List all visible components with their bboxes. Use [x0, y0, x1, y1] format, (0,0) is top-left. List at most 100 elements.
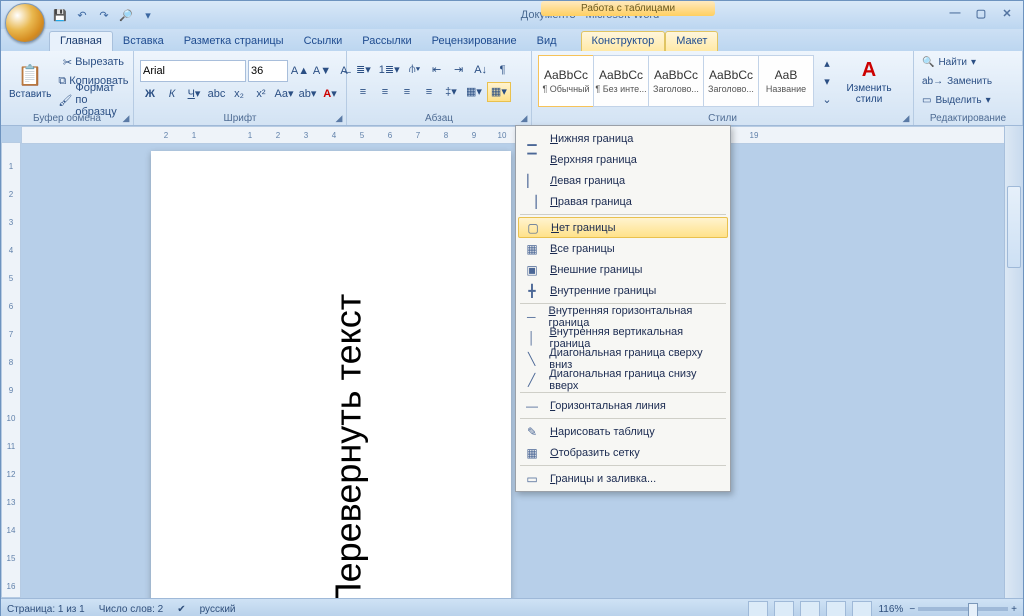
borders-menu-item[interactable]: ╱Диагональная граница снизу вверх — [518, 369, 728, 390]
replace-button[interactable]: ab→ Заменить — [920, 72, 1016, 90]
borders-menu-item[interactable]: ╋Внутренние границы — [518, 280, 728, 301]
tab-insert[interactable]: Вставка — [113, 32, 174, 51]
format-painter-button[interactable]: 🖌 Формат по образцу — [55, 91, 131, 109]
vertical-scrollbar[interactable] — [1004, 126, 1023, 598]
gallery-up-button[interactable]: ▴ — [817, 54, 837, 72]
zoom-level[interactable]: 116% — [878, 604, 903, 615]
borders-menu-item[interactable]: ▣Внешние границы — [518, 259, 728, 280]
horizontal-ruler[interactable]: 2112345678910111213141516171819 — [21, 126, 1005, 144]
subscript-button[interactable]: x₂ — [229, 85, 249, 103]
tab-review[interactable]: Рецензирование — [422, 32, 527, 51]
italic-button[interactable]: К — [162, 85, 182, 103]
justify-button[interactable]: ≡ — [419, 83, 439, 101]
borders-menu-item[interactable]: ╲Диагональная граница сверху вниз — [518, 348, 728, 369]
change-case-button[interactable]: Aa▾ — [273, 85, 295, 103]
bullets-button[interactable]: ≣▾ — [353, 61, 374, 79]
underline-button[interactable]: Ч▾ — [184, 85, 204, 103]
qat-quickprint-icon[interactable]: 🔎 — [117, 6, 135, 24]
style-item[interactable]: AaBbCc¶ Без инте... — [593, 55, 649, 107]
font-family-combo[interactable] — [140, 60, 246, 82]
sort-button[interactable]: A↓ — [471, 61, 491, 79]
multilevel-button[interactable]: ⫛▾ — [405, 61, 425, 79]
numbering-button[interactable]: 1≣▾ — [376, 61, 403, 79]
zoom-out-button[interactable]: − — [909, 604, 915, 615]
strike-button[interactable]: abc — [206, 85, 227, 103]
zoom-knob[interactable] — [968, 603, 978, 616]
select-button[interactable]: ▭ Выделить ▾ — [920, 91, 1016, 109]
close-button[interactable]: ✕ — [997, 5, 1017, 21]
change-styles-button[interactable]: A Изменить стили — [839, 51, 899, 111]
borders-menu-item[interactable]: ▁Нижняя граница — [518, 128, 728, 149]
font-color-button[interactable]: A▾ — [320, 85, 340, 103]
style-item[interactable]: AaBbCcЗаголово... — [648, 55, 704, 107]
bold-button[interactable]: Ж — [140, 85, 160, 103]
tab-home[interactable]: Главная — [49, 31, 113, 51]
document-body-text[interactable]: Перевернуть текст — [327, 294, 369, 598]
borders-menu-item[interactable]: ─Внутренняя горизонтальная граница — [518, 306, 728, 327]
borders-menu-item[interactable]: ▭Границы и заливка... — [518, 468, 728, 489]
qat-customize-icon[interactable]: ▾ — [139, 6, 157, 24]
borders-menu-item[interactable]: │Внутренняя вертикальная граница — [518, 327, 728, 348]
clipboard-dialog-launcher[interactable]: ◢ — [121, 113, 131, 123]
shrink-font-button[interactable]: A▼ — [312, 62, 332, 80]
view-outline-button[interactable] — [826, 601, 846, 616]
font-size-combo[interactable] — [248, 60, 288, 82]
align-right-button[interactable]: ≡ — [397, 83, 417, 101]
shading-button[interactable]: ▦▾ — [463, 83, 485, 101]
style-gallery[interactable]: AaBbCc¶ ОбычныйAaBbCc¶ Без инте...AaBbCc… — [538, 55, 813, 107]
status-word-count[interactable]: Число слов: 2 — [99, 604, 163, 615]
borders-button[interactable]: ▦▾ — [487, 82, 511, 102]
cut-button[interactable]: ✂ Вырезать — [55, 53, 131, 71]
gallery-more-button[interactable]: ⌄ — [817, 90, 837, 108]
maximize-button[interactable]: ▢ — [971, 5, 991, 21]
superscript-button[interactable]: x² — [251, 85, 271, 103]
gallery-down-button[interactable]: ▾ — [817, 72, 837, 90]
align-center-button[interactable]: ≡ — [375, 83, 395, 101]
view-full-screen-button[interactable] — [774, 601, 794, 616]
tab-table-design[interactable]: Конструктор — [581, 31, 666, 51]
tab-mailings[interactable]: Рассылки — [352, 32, 421, 51]
vertical-ruler[interactable]: 12345678910111213141516 — [1, 142, 21, 598]
styles-dialog-launcher[interactable]: ◢ — [901, 113, 911, 123]
style-item[interactable]: AaBНазвание — [758, 55, 814, 107]
zoom-in-button[interactable]: + — [1011, 604, 1017, 615]
font-dialog-launcher[interactable]: ◢ — [334, 113, 344, 123]
borders-menu-item[interactable]: —Горизонтальная линия — [518, 395, 728, 416]
line-spacing-button[interactable]: ‡▾ — [441, 83, 461, 101]
borders-menu-item[interactable]: ▦Отобразить сетку — [518, 442, 728, 463]
zoom-track[interactable] — [918, 607, 1008, 611]
style-item[interactable]: AaBbCcЗаголово... — [703, 55, 759, 107]
borders-menu-item[interactable]: ▦Все границы — [518, 238, 728, 259]
zoom-slider[interactable]: − + — [909, 604, 1017, 615]
borders-menu-item[interactable]: ✎Нарисовать таблицу — [518, 421, 728, 442]
status-proofing-icon[interactable]: ✔ — [177, 604, 185, 615]
view-print-layout-button[interactable] — [748, 601, 768, 616]
align-left-button[interactable]: ≡ — [353, 83, 373, 101]
increase-indent-button[interactable]: ⇥ — [449, 61, 469, 79]
tab-view[interactable]: Вид — [527, 32, 567, 51]
borders-menu-item[interactable]: ▔Верхняя граница — [518, 149, 728, 170]
style-item[interactable]: AaBbCc¶ Обычный — [538, 55, 594, 107]
paragraph-dialog-launcher[interactable]: ◢ — [519, 113, 529, 123]
qat-save-icon[interactable]: 💾 — [51, 6, 69, 24]
qat-undo-icon[interactable]: ↶ — [73, 6, 91, 24]
borders-menu-item[interactable]: ▢Нет границы — [518, 217, 728, 238]
tab-references[interactable]: Ссылки — [294, 32, 353, 51]
paste-button[interactable]: 📋 Вставить — [7, 51, 53, 111]
show-marks-button[interactable]: ¶ — [493, 61, 513, 79]
minimize-button[interactable]: — — [945, 5, 965, 21]
scrollbar-thumb[interactable] — [1007, 186, 1021, 268]
status-page[interactable]: Страница: 1 из 1 — [7, 604, 85, 615]
tab-table-layout[interactable]: Макет — [665, 31, 718, 51]
view-draft-button[interactable] — [852, 601, 872, 616]
document-page[interactable]: Перевернуть текст — [151, 151, 511, 598]
highlight-button[interactable]: ab▾ — [297, 85, 318, 103]
view-web-layout-button[interactable] — [800, 601, 820, 616]
find-button[interactable]: 🔍 Найти ▾ — [920, 53, 1016, 71]
borders-menu-item[interactable]: ▏Левая граница — [518, 170, 728, 191]
qat-redo-icon[interactable]: ↷ — [95, 6, 113, 24]
tab-page-layout[interactable]: Разметка страницы — [174, 32, 294, 51]
borders-menu-item[interactable]: ▕Правая граница — [518, 191, 728, 212]
grow-font-button[interactable]: A▲ — [290, 62, 310, 80]
status-language[interactable]: русский — [200, 604, 236, 615]
